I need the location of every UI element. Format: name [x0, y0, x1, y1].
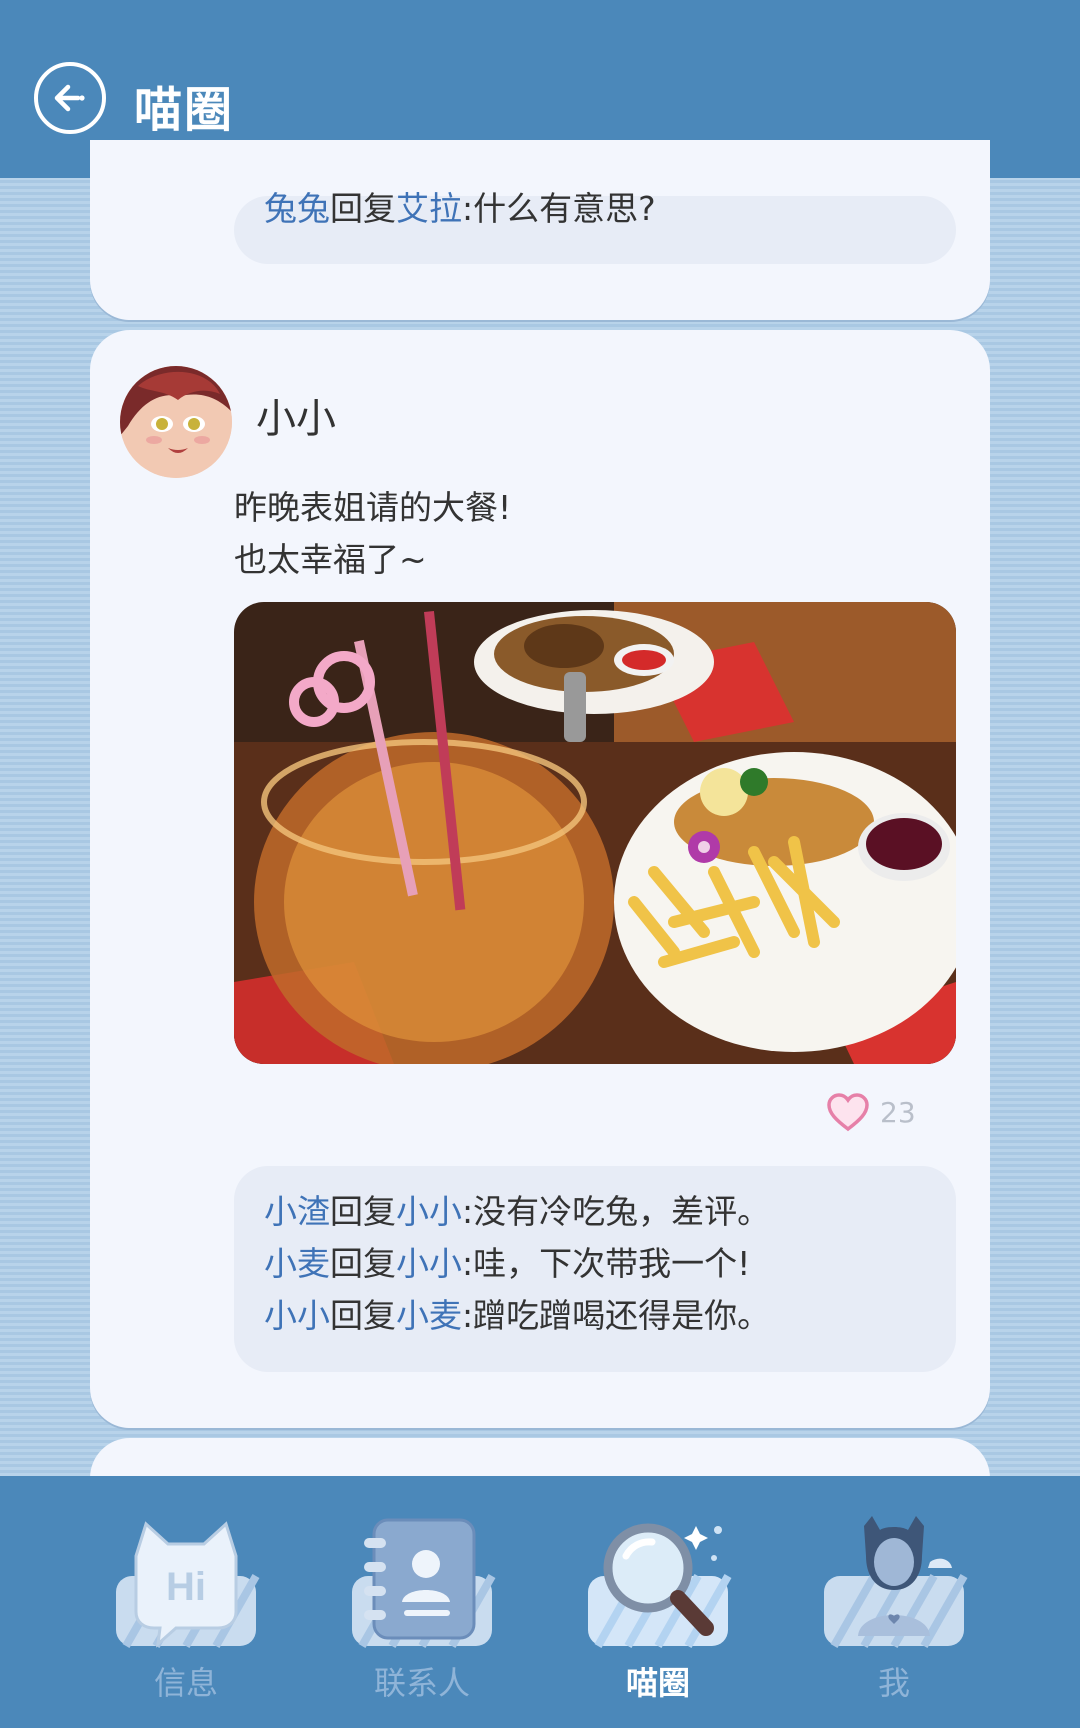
reply-line: 小小回复小麦:蹭吃蹭喝还得是你。 [234, 1290, 956, 1342]
magnifier-icon [588, 1523, 732, 1648]
avatar[interactable] [120, 366, 232, 478]
reply-author-link[interactable]: 小麦 [264, 1244, 330, 1283]
reply-text: :什么有意思? [462, 189, 656, 228]
nav-label: 信息 [153, 1664, 218, 1702]
reply-line: 兔兔回复艾拉:什么有意思? [234, 174, 956, 225]
reply-verb: 回复 [330, 1192, 396, 1231]
like-button[interactable]: 23 [826, 1092, 916, 1132]
heart-icon [827, 1093, 869, 1132]
reply-target-link[interactable]: 小小 [396, 1192, 462, 1231]
hi-cat-icon: Hi [116, 1521, 260, 1648]
post-text-line: 昨晚表姐请的大餐! [234, 488, 512, 527]
reply-target-link[interactable]: 艾拉 [396, 189, 462, 228]
prev-post-card: 兔兔回复艾拉:什么有意思? [90, 140, 990, 320]
contacts-book-icon [352, 1518, 496, 1648]
reply-target-link[interactable]: 小小 [396, 1244, 462, 1283]
reply-author-link[interactable]: 兔兔 [264, 189, 330, 228]
nav-label: 喵圈 [625, 1664, 690, 1702]
bottom-nav: Hi 信息 联系人 喵圈 我 [0, 1476, 1080, 1728]
reply-author-link[interactable]: 小小 [264, 1296, 330, 1335]
food-photo-image [234, 602, 956, 1064]
hi-text: Hi [166, 1565, 206, 1609]
replies-box: 小渣回复小小:没有冷吃兔，差评。 小麦回复小小:哇，下次带我一个! 小小回复小麦… [234, 1166, 956, 1372]
user-avatar-icon [824, 1516, 968, 1648]
nav-label: 我 [877, 1664, 910, 1702]
reply-text: :哇，下次带我一个! [462, 1244, 751, 1283]
reply-verb: 回复 [330, 189, 396, 228]
post-card: 小小 昨晚表姐请的大餐! 也太幸福了~ 23 小渣回复小小:没有冷吃兔，差评。 … [90, 330, 990, 1428]
reply-verb: 回复 [330, 1244, 396, 1283]
reply-text: :蹭吃蹭喝还得是你。 [462, 1296, 771, 1335]
page-title: 喵圈 [134, 82, 235, 138]
reply-text: :没有冷吃兔，差评。 [462, 1192, 771, 1231]
reply-verb: 回复 [330, 1296, 396, 1335]
like-count: 23 [880, 1095, 916, 1129]
nav-tab-contacts[interactable]: 联系人 [322, 1476, 522, 1728]
user-portrait-icon [120, 366, 232, 478]
post-photo[interactable] [234, 602, 956, 1064]
back-button[interactable] [34, 62, 106, 134]
nav-tab-me[interactable]: 我 [794, 1476, 994, 1728]
post-text-line: 也太幸福了~ [234, 540, 427, 579]
nav-tab-messages[interactable]: Hi 信息 [86, 1476, 286, 1728]
arrow-left-icon [54, 84, 85, 112]
prev-reply-box: 兔兔回复艾拉:什么有意思? [234, 192, 956, 264]
post-username[interactable]: 小小 [256, 386, 336, 444]
reply-author-link[interactable]: 小渣 [264, 1192, 330, 1231]
reply-line: 小渣回复小小:没有冷吃兔，差评。 [234, 1186, 956, 1238]
reply-line: 小麦回复小小:哇，下次带我一个! [234, 1238, 956, 1290]
reply-target-link[interactable]: 小麦 [396, 1296, 462, 1335]
post-text: 昨晚表姐请的大餐! 也太幸福了~ [234, 482, 511, 586]
nav-tab-moments[interactable]: 喵圈 [558, 1476, 758, 1728]
nav-label: 联系人 [373, 1664, 470, 1702]
